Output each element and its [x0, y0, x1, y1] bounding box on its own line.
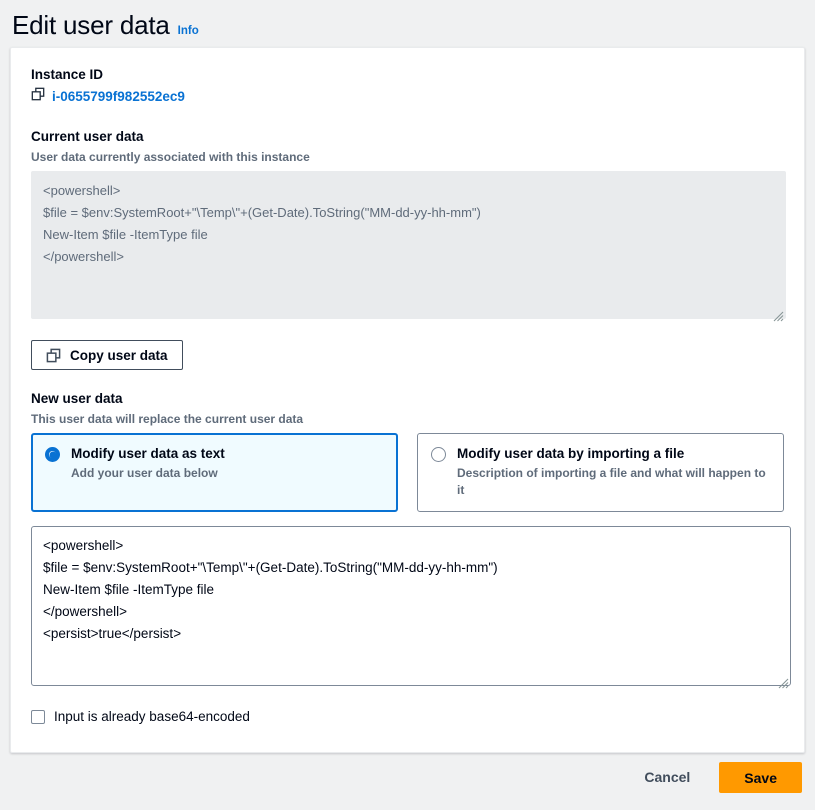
instance-id-link[interactable]: i-0655799f982552ec9 [52, 89, 185, 104]
current-user-data-label: Current user data [31, 129, 144, 144]
current-user-data-description: User data currently associated with this… [31, 150, 310, 164]
tile-modify-as-text-description: Add your user data below [71, 466, 218, 480]
tile-modify-as-text[interactable]: Modify user data as text Add your user d… [31, 433, 398, 512]
copy-user-data-section: Copy user data [31, 340, 784, 370]
new-user-data-section: New user data This user data will replac… [31, 390, 784, 512]
instance-id-section: Instance ID i-0655799f982552ec9 [31, 66, 784, 106]
new-user-data-textarea[interactable] [31, 526, 791, 686]
instance-id-row: i-0655799f982552ec9 [31, 87, 784, 106]
base64-checkbox-label: Input is already base64-encoded [54, 709, 250, 724]
tile-import-file-description: Description of importing a file and what… [457, 466, 766, 497]
cancel-button[interactable]: Cancel [628, 762, 706, 792]
new-user-data-wrapper [31, 526, 791, 691]
current-user-data-wrapper [31, 171, 786, 324]
copy-icon[interactable] [31, 87, 45, 106]
new-user-data-options: Modify user data as text Add your user d… [31, 433, 784, 512]
instance-id-label: Instance ID [31, 67, 104, 82]
new-user-data-description: This user data will replace the current … [31, 412, 304, 426]
tile-modify-as-text-title: Modify user data as text [71, 446, 225, 461]
copy-user-data-button-label: Copy user data [70, 347, 168, 363]
copy-icon [46, 348, 61, 363]
tile-import-file[interactable]: Modify user data by importing a file Des… [417, 433, 784, 512]
edit-user-data-card: Instance ID i-0655799f982552ec9 Current … [10, 47, 805, 753]
radio-import-file[interactable] [431, 447, 446, 462]
save-button[interactable]: Save [719, 762, 802, 793]
radio-modify-as-text[interactable] [45, 447, 60, 462]
tile-import-file-title: Modify user data by importing a file [457, 446, 685, 461]
current-user-data-textarea[interactable] [31, 171, 786, 319]
form-footer: Cancel Save [0, 762, 815, 810]
page-title: Edit user data [12, 10, 170, 40]
base64-checkbox[interactable] [31, 710, 45, 724]
page-header: Edit user data Info [0, 0, 815, 47]
copy-user-data-button[interactable]: Copy user data [31, 340, 183, 370]
new-user-data-label: New user data [31, 391, 123, 406]
current-user-data-section: Current user data User data currently as… [31, 128, 786, 324]
base64-checkbox-row[interactable]: Input is already base64-encoded [31, 708, 784, 726]
info-link[interactable]: Info [178, 25, 199, 37]
